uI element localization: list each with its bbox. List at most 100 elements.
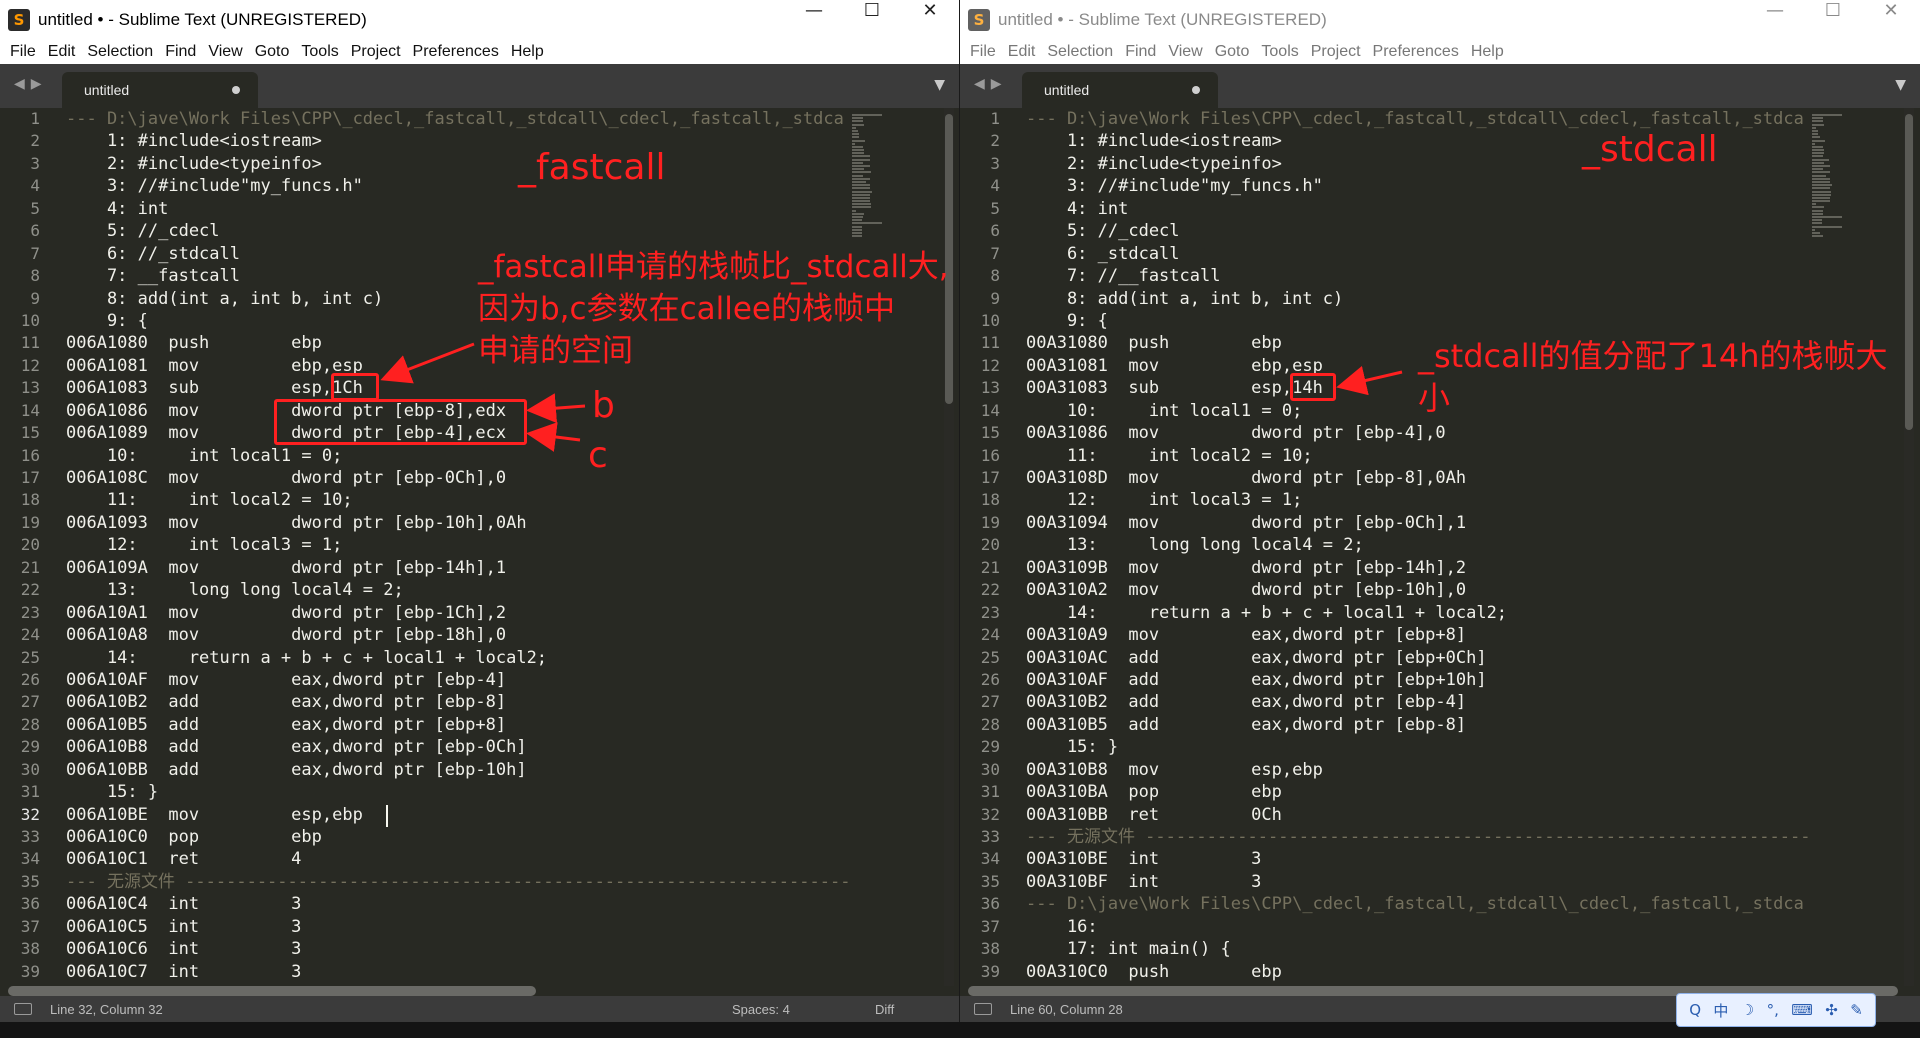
code-line[interactable]: 17: int main() { (1026, 938, 1810, 960)
menu-goto[interactable]: Goto (249, 40, 296, 64)
menu-help[interactable]: Help (505, 40, 550, 64)
code-line[interactable]: 006A109A mov dword ptr [ebp-14h],1 (66, 557, 849, 579)
code-line[interactable]: 006A10B5 add eax,dword ptr [ebp+8] (66, 714, 849, 736)
arrow-left-right-icon[interactable]: ◀▶ (14, 76, 48, 92)
code-line[interactable]: 006A1093 mov dword ptr [ebp-10h],0Ah (66, 512, 849, 534)
console-icon[interactable] (974, 1003, 992, 1015)
code-line[interactable]: 006A10AF mov eax,dword ptr [ebp-4] (66, 669, 849, 691)
code-line[interactable]: 006A10C1 ret 4 (66, 848, 849, 870)
code-line[interactable]: 006A10C4 int 3 (66, 893, 849, 915)
menu-selection[interactable]: Selection (81, 40, 159, 64)
status-indentation[interactable]: Spaces: 4 (732, 1002, 790, 1017)
code-line[interactable]: 00A310BF int 3 (1026, 871, 1810, 893)
ime-chinese-mode[interactable]: 中 (1713, 1000, 1728, 1021)
code-line[interactable]: 006A108C mov dword ptr [ebp-0Ch],0 (66, 467, 849, 489)
code-line[interactable]: --- D:\jave\Work Files\CPP\_cdecl,_fastc… (66, 108, 849, 130)
title-bar[interactable]: S untitled • - Sublime Text (UNREGISTERE… (960, 0, 1920, 40)
menu-selection[interactable]: Selection (1041, 40, 1119, 64)
code-line[interactable]: 5: //_cdecl (66, 220, 849, 242)
code-line[interactable]: 00A310BA pop ebp (1026, 781, 1810, 803)
code-line[interactable]: 006A10C7 int 3 (66, 961, 849, 983)
menu-edit[interactable]: Edit (42, 40, 82, 64)
code-line[interactable]: 16: (1026, 916, 1810, 938)
close-button[interactable]: ✕ (901, 0, 959, 40)
code-line[interactable]: 14: return a + b + c + local1 + local2; (1026, 602, 1810, 624)
tab-untitled[interactable]: untitled (62, 72, 258, 108)
chevron-down-icon[interactable]: ▼ (934, 77, 945, 93)
ime-search-icon[interactable]: Q (1689, 1001, 1701, 1019)
code-line[interactable]: 00A3108D mov dword ptr [ebp-8],0Ah (1026, 467, 1810, 489)
code-line[interactable]: --- 无源文件 -------------------------------… (1026, 826, 1810, 848)
horizontal-scrollbar[interactable] (8, 986, 536, 996)
code-view[interactable]: --- D:\jave\Work Files\CPP\_cdecl,_fastc… (66, 108, 849, 986)
menu-view[interactable]: View (1162, 40, 1208, 64)
dot-icon[interactable] (232, 86, 240, 94)
ime-tools-icon[interactable]: ✣ (1825, 1001, 1838, 1019)
minimize-button[interactable]: — (785, 0, 843, 40)
code-line[interactable]: 006A10A1 mov dword ptr [ebp-1Ch],2 (66, 602, 849, 624)
tab-untitled[interactable]: untitled (1022, 72, 1218, 108)
vertical-scrollbar[interactable] (944, 108, 954, 986)
minimap[interactable] (852, 114, 884, 238)
code-line[interactable]: 00A31086 mov dword ptr [ebp-4],0 (1026, 422, 1810, 444)
code-line[interactable]: 13: long long local4 = 2; (66, 579, 849, 601)
code-line[interactable]: --- D:\jave\Work Files\CPP\_cdecl,_fastc… (1026, 893, 1810, 915)
code-line[interactable]: 00A310B2 add eax,dword ptr [ebp-4] (1026, 691, 1810, 713)
code-line[interactable]: 13: long long local4 = 2; (1026, 534, 1810, 556)
code-line[interactable]: 11: int local2 = 10; (1026, 445, 1810, 467)
menu-preferences[interactable]: Preferences (407, 40, 505, 64)
minimap[interactable] (1812, 114, 1844, 238)
code-line[interactable]: 5: //_cdecl (1026, 220, 1810, 242)
menu-project[interactable]: Project (345, 40, 407, 64)
menu-help[interactable]: Help (1465, 40, 1510, 64)
menu-project[interactable]: Project (1305, 40, 1367, 64)
code-line[interactable]: 006A10B2 add eax,dword ptr [ebp-8] (66, 691, 849, 713)
menu-goto[interactable]: Goto (1209, 40, 1256, 64)
status-syntax[interactable]: Diff (875, 1002, 894, 1017)
vertical-scrollbar[interactable] (1904, 108, 1914, 986)
code-line[interactable]: 00A3109B mov dword ptr [ebp-14h],2 (1026, 557, 1810, 579)
scrollbar-thumb[interactable] (1905, 114, 1913, 430)
code-line[interactable]: 00A310B5 add eax,dword ptr [ebp-8] (1026, 714, 1810, 736)
code-line[interactable]: 15: } (1026, 736, 1810, 758)
close-button[interactable]: ✕ (1862, 0, 1920, 40)
code-line[interactable]: 00A310A9 mov eax,dword ptr [ebp+8] (1026, 624, 1810, 646)
title-bar[interactable]: S untitled • - Sublime Text (UNREGISTERE… (0, 0, 959, 40)
menu-file[interactable]: File (964, 40, 1002, 64)
menu-preferences[interactable]: Preferences (1367, 40, 1465, 64)
code-line[interactable]: 006A10C6 int 3 (66, 938, 849, 960)
code-line[interactable]: 00A31094 mov dword ptr [ebp-0Ch],1 (1026, 512, 1810, 534)
maximize-button[interactable]: ☐ (1804, 0, 1862, 40)
code-line[interactable]: 00A310BB ret 0Ch (1026, 804, 1810, 826)
code-line[interactable]: 2: #include<typeinfo> (66, 153, 849, 175)
code-line[interactable]: 3: //#include"my_funcs.h" (66, 175, 849, 197)
minimize-button[interactable]: — (1746, 0, 1804, 40)
maximize-button[interactable]: ☐ (843, 0, 901, 40)
code-line[interactable]: 006A10BB add eax,dword ptr [ebp-10h] (66, 759, 849, 781)
code-line[interactable]: 00A310B8 mov esp,ebp (1026, 759, 1810, 781)
code-line[interactable]: 14: return a + b + c + local1 + local2; (66, 647, 849, 669)
ime-toolbar[interactable]: Q 中 ☽ °, ⌨ ✣ ✎ (1676, 993, 1876, 1027)
code-line[interactable]: 00A310AF add eax,dword ptr [ebp+10h] (1026, 669, 1810, 691)
code-line[interactable]: 6: _stdcall (1026, 243, 1810, 265)
code-line[interactable]: 12: int local3 = 1; (1026, 489, 1810, 511)
code-line[interactable]: 006A1083 sub esp,1Ch (66, 377, 849, 399)
code-line[interactable]: 8: add(int a, int b, int c) (1026, 288, 1810, 310)
dot-icon[interactable] (1192, 86, 1200, 94)
code-line[interactable]: 006A10C0 pop ebp (66, 826, 849, 848)
console-icon[interactable] (14, 1003, 32, 1015)
code-line[interactable]: 10: int local1 = 0; (66, 445, 849, 467)
code-line[interactable]: 00A310BE int 3 (1026, 848, 1810, 870)
code-line[interactable]: 4: int (1026, 198, 1810, 220)
ime-settings-icon[interactable]: ✎ (1850, 1001, 1863, 1019)
arrow-left-right-icon[interactable]: ◀▶ (974, 76, 1008, 92)
menu-tools[interactable]: Tools (1255, 40, 1304, 64)
menu-find[interactable]: Find (1119, 40, 1162, 64)
code-line[interactable]: 4: int (66, 198, 849, 220)
code-line[interactable]: 12: int local3 = 1; (66, 534, 849, 556)
code-line[interactable]: 9: { (1026, 310, 1810, 332)
code-line[interactable]: 006A10B8 add eax,dword ptr [ebp-0Ch] (66, 736, 849, 758)
code-line[interactable]: 006A10A8 mov dword ptr [ebp-18h],0 (66, 624, 849, 646)
menu-view[interactable]: View (202, 40, 248, 64)
code-line[interactable]: 006A10BE mov esp,ebp (66, 804, 849, 826)
